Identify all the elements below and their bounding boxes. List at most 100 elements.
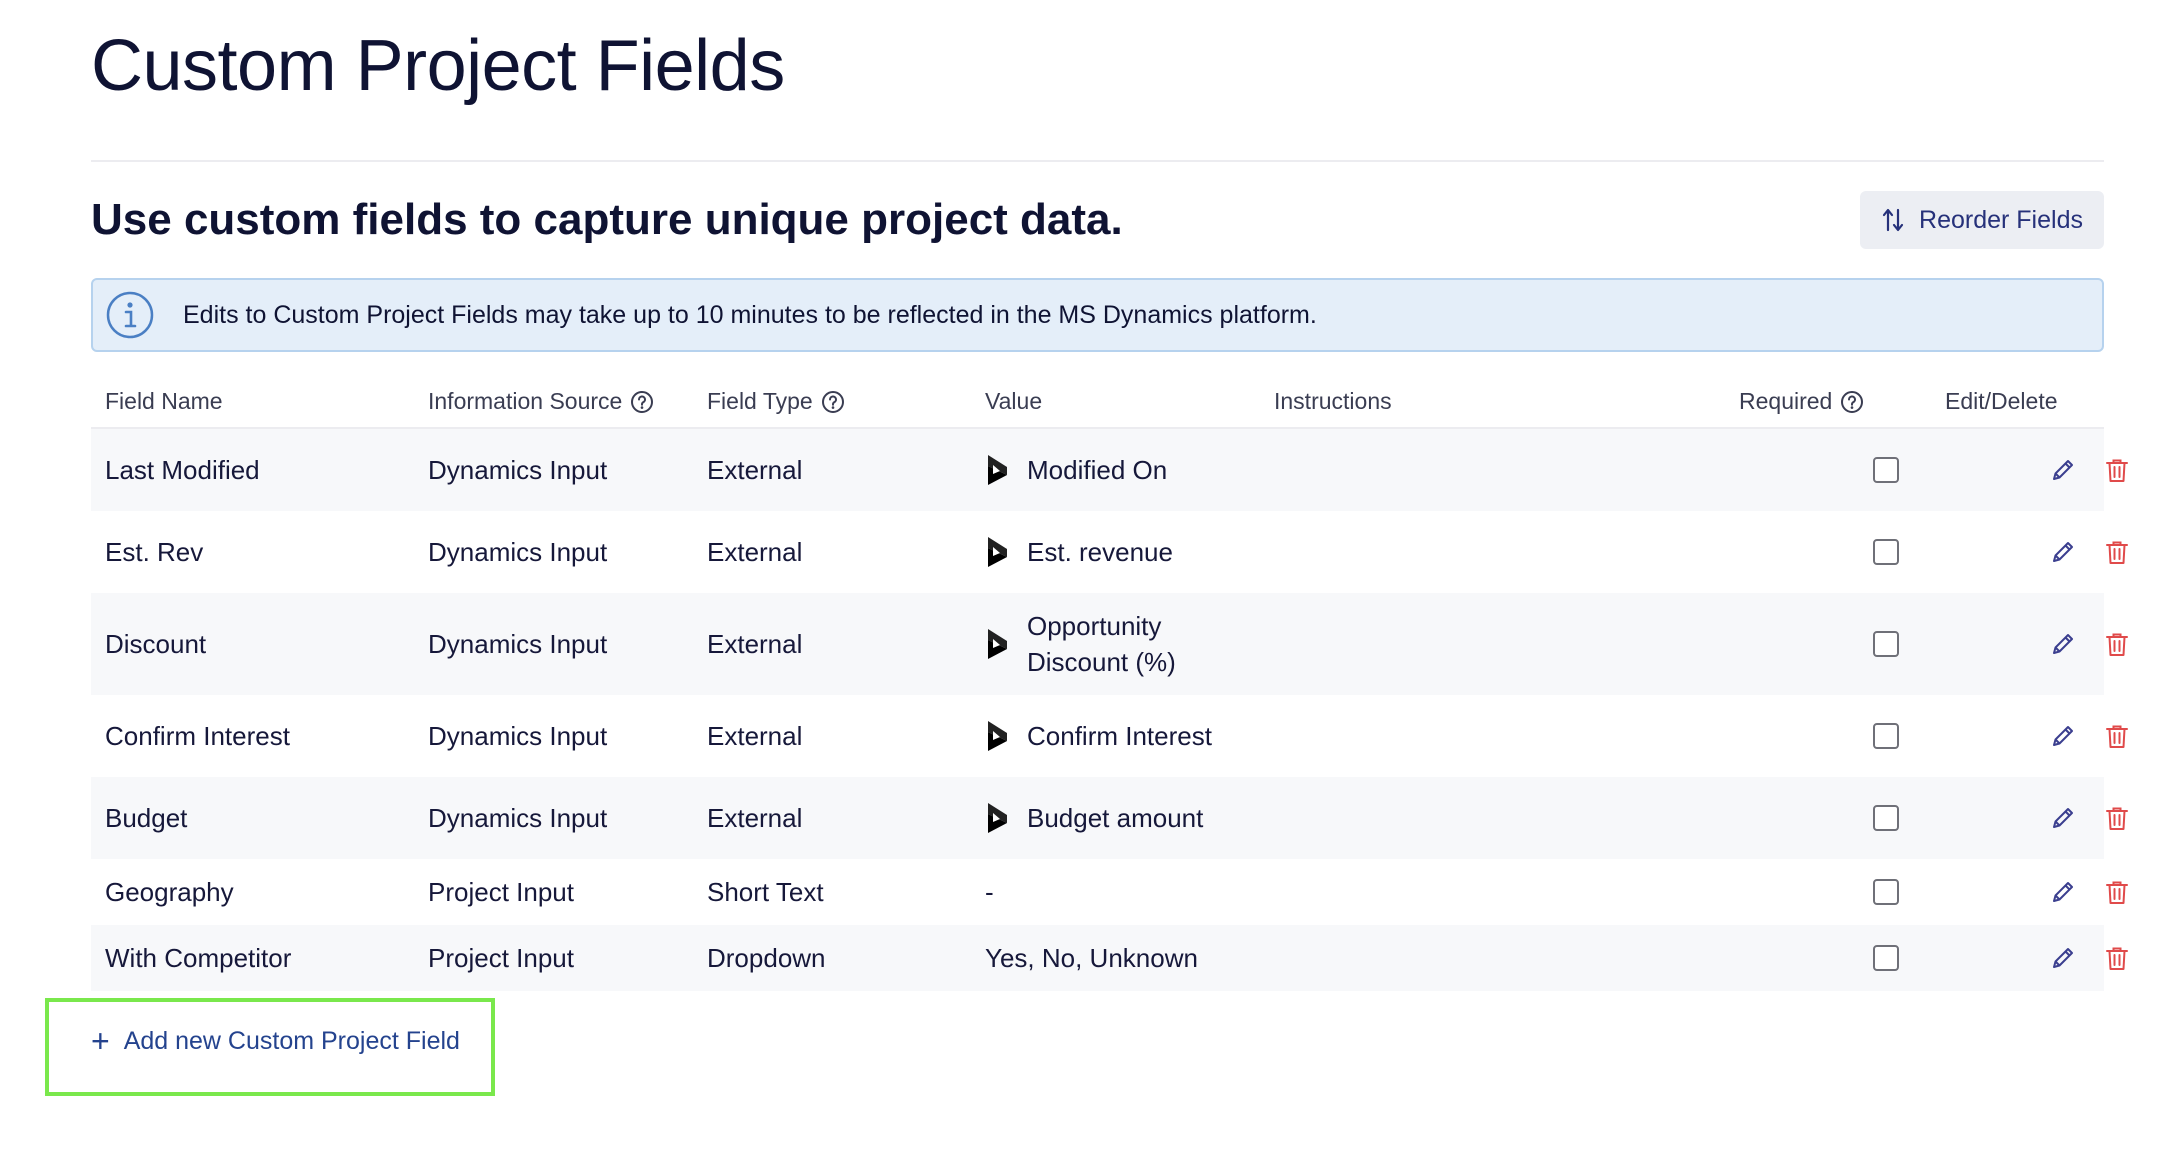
delete-button[interactable] [2102, 877, 2132, 907]
header-field-name-label: Field Name [105, 388, 223, 414]
required-checkbox[interactable] [1873, 457, 1899, 483]
header-instructions: Instructions [1274, 388, 1392, 415]
trash-icon [2103, 456, 2131, 484]
edit-cell [2048, 925, 2078, 991]
add-custom-field-label: Add new Custom Project Field [123, 1026, 460, 1055]
add-custom-field-button[interactable]: + Add new Custom Project Field [91, 1023, 460, 1059]
trash-icon [2103, 538, 2131, 566]
edit-button[interactable] [2048, 629, 2078, 659]
delete-button[interactable] [2102, 721, 2132, 751]
pencil-icon [2049, 722, 2077, 750]
field-value-line: Discount (%) [1027, 647, 1176, 677]
field-name: Confirm Interest [105, 720, 290, 751]
required-cell [1871, 511, 1901, 593]
information-source: Dynamics Input [428, 720, 608, 751]
field-value: Budget amount [985, 777, 1203, 859]
field-type: Dropdown [707, 942, 826, 973]
header-instructions-label: Instructions [1274, 388, 1392, 414]
required-checkbox[interactable] [1873, 631, 1899, 657]
edit-cell [2048, 429, 2078, 511]
edit-button[interactable] [2048, 455, 2078, 485]
header-value: Value [985, 388, 1042, 415]
field-value-text: Est. revenue [1027, 537, 1173, 567]
edit-cell [2048, 511, 2078, 593]
plus-icon: + [91, 1023, 110, 1059]
info-banner: Edits to Custom Project Fields may take … [91, 278, 2104, 352]
delete-cell [2102, 511, 2132, 593]
field-type: External [707, 628, 803, 659]
field-type: External [707, 720, 803, 751]
pencil-icon [2049, 630, 2077, 658]
field-type: Short Text [707, 876, 824, 907]
table-header: Field Name Information Source Field Type… [91, 378, 2104, 429]
required-checkbox[interactable] [1873, 539, 1899, 565]
required-cell [1871, 777, 1901, 859]
required-checkbox[interactable] [1873, 945, 1899, 971]
edit-cell [2048, 777, 2078, 859]
pencil-icon [2049, 538, 2077, 566]
field-value: Est. revenue [985, 511, 1173, 593]
edit-button[interactable] [2048, 877, 2078, 907]
header-information-source-label: Information Source [428, 388, 623, 414]
header-value-label: Value [985, 388, 1043, 414]
trash-icon [2103, 722, 2131, 750]
reorder-fields-button[interactable]: Reorder Fields [1860, 191, 2104, 249]
information-source: Dynamics Input [428, 802, 608, 833]
help-icon[interactable] [821, 390, 845, 414]
edit-cell [2048, 593, 2078, 695]
pencil-icon [2049, 456, 2077, 484]
field-value: Confirm Interest [985, 695, 1212, 777]
field-name: With Competitor [105, 942, 292, 973]
edit-button[interactable] [2048, 721, 2078, 751]
field-name: Est. Rev [105, 536, 204, 567]
dynamics-icon [985, 453, 1011, 487]
information-source: Project Input [428, 942, 574, 973]
delete-cell [2102, 777, 2132, 859]
dynamics-icon [985, 627, 1011, 661]
page-subtitle: Use custom fields to capture unique proj… [91, 195, 1123, 244]
required-checkbox[interactable] [1873, 723, 1899, 749]
header-edit-delete: Edit/Delete [1945, 388, 2058, 415]
delete-cell [2102, 593, 2132, 695]
table-row: Est. Rev Dynamics Input External Est. re… [91, 511, 2104, 593]
pencil-icon [2049, 878, 2077, 906]
help-icon[interactable] [630, 390, 654, 414]
field-value-text: Confirm Interest [1027, 721, 1212, 751]
edit-button[interactable] [2048, 943, 2078, 973]
field-value: Modified On [985, 429, 1167, 511]
table-row: Confirm Interest Dynamics Input External… [91, 695, 2104, 777]
custom-fields-table: Field Name Information Source Field Type… [91, 378, 2104, 991]
field-name: Last Modified [105, 454, 260, 485]
edit-button[interactable] [2048, 803, 2078, 833]
help-icon[interactable] [1840, 390, 1864, 414]
reorder-fields-label: Reorder Fields [1919, 205, 2083, 234]
dynamics-icon [985, 801, 1011, 835]
table-row: Geography Project Input Short Text - [91, 859, 2104, 925]
delete-button[interactable] [2102, 455, 2132, 485]
field-type: External [707, 536, 803, 567]
table-row: With Competitor Project Input Dropdown Y… [91, 925, 2104, 991]
required-checkbox[interactable] [1873, 805, 1899, 831]
delete-cell [2102, 429, 2132, 511]
trash-icon [2103, 944, 2131, 972]
field-name: Budget [105, 802, 188, 833]
header-field-type-label: Field Type [707, 388, 813, 414]
delete-button[interactable] [2102, 537, 2132, 567]
header-field-name: Field Name [105, 388, 223, 415]
required-cell [1871, 429, 1901, 511]
dynamics-icon [985, 535, 1011, 569]
delete-button[interactable] [2102, 803, 2132, 833]
delete-button[interactable] [2102, 629, 2132, 659]
edit-button[interactable] [2048, 537, 2078, 567]
pencil-icon [2049, 944, 2077, 972]
header-information-source: Information Source [428, 388, 654, 415]
field-value-text: Modified On [1027, 455, 1168, 485]
page-title: Custom Project Fields [91, 26, 785, 106]
required-cell [1871, 695, 1901, 777]
header-required-label: Required [1739, 388, 1833, 414]
table-row: Discount Dynamics Input External Opportu… [91, 593, 2104, 695]
delete-button[interactable] [2102, 943, 2132, 973]
required-cell [1871, 925, 1901, 991]
required-checkbox[interactable] [1873, 879, 1899, 905]
divider [91, 160, 2104, 162]
